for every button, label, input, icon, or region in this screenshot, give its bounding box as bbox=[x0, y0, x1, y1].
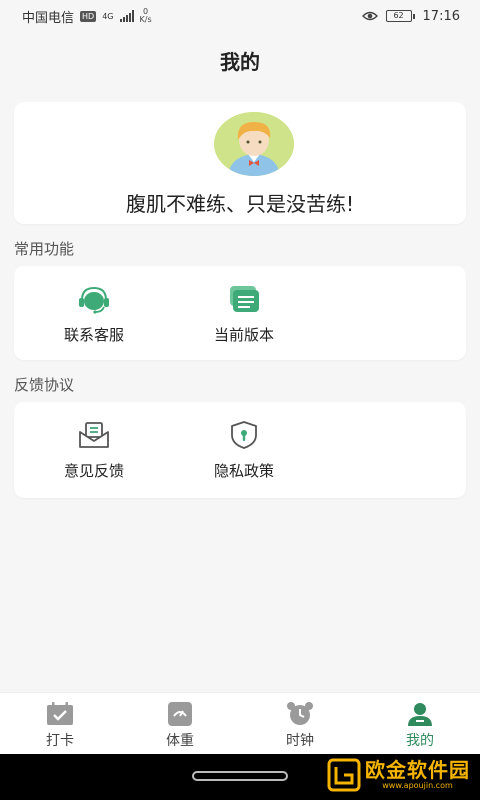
current-version-label: 当前版本 bbox=[213, 326, 274, 344]
clock-time: 17:16 bbox=[422, 8, 460, 24]
common-functions-card: 联系客服 当前版本 bbox=[14, 266, 466, 360]
watermark: 欧金软件园 www.apoujin.com bbox=[327, 758, 470, 792]
alarm-clock-icon bbox=[287, 702, 313, 725]
signal-icon bbox=[119, 10, 134, 22]
feedback-agreement-card: 意见反馈 隐私政策 bbox=[14, 402, 466, 498]
status-right: 62 17:16 bbox=[361, 8, 460, 24]
system-nav-bar: 欧金软件园 www.apoujin.com bbox=[0, 754, 480, 800]
profile-slogan: 腹肌不难练、只是没苦练! bbox=[125, 192, 355, 216]
avatar-illustration bbox=[214, 112, 294, 176]
contact-support-label: 联系客服 bbox=[63, 326, 124, 344]
feedback-label: 意见反馈 bbox=[63, 462, 124, 480]
section-label-feedback: 反馈协议 bbox=[14, 376, 75, 394]
contact-support-item[interactable]: 联系客服 bbox=[34, 284, 154, 345]
section-label-common: 常用功能 bbox=[14, 240, 75, 258]
home-gesture-bar[interactable] bbox=[192, 771, 288, 781]
tab-checkin[interactable]: 打卡 bbox=[0, 693, 120, 755]
tab-mine[interactable]: 我的 bbox=[360, 693, 480, 755]
user-icon bbox=[408, 703, 432, 726]
tab-mine-label: 我的 bbox=[406, 733, 434, 749]
privacy-policy-label: 隐私政策 bbox=[213, 462, 274, 480]
scale-icon bbox=[168, 702, 192, 726]
privacy-policy-item[interactable]: 隐私政策 bbox=[184, 420, 304, 481]
carrier-label: 中国电信 bbox=[22, 10, 75, 26]
page-title: 我的 bbox=[220, 50, 260, 74]
watermark-url: www.apoujin.com bbox=[382, 781, 453, 790]
battery-icon: 62 bbox=[385, 10, 415, 22]
profile-card: 腹肌不难练、只是没苦练! bbox=[14, 102, 466, 224]
net-speed-unit: K/s bbox=[139, 15, 152, 24]
avatar[interactable] bbox=[214, 112, 294, 176]
net-speed: 0 K/s bbox=[140, 8, 152, 24]
tab-clock[interactable]: 时钟 bbox=[240, 693, 360, 755]
watermark-title: 欧金软件园 bbox=[365, 758, 470, 782]
battery-level: 62 bbox=[385, 10, 412, 22]
version-icon bbox=[230, 286, 259, 312]
watermark-logo-icon bbox=[327, 758, 361, 792]
feedback-item[interactable]: 意见反馈 bbox=[34, 420, 154, 481]
tab-clock-label: 时钟 bbox=[286, 733, 314, 749]
status-left: 中国电信 HD 4G 0 K/s bbox=[22, 7, 152, 26]
headset-icon bbox=[79, 286, 109, 314]
watermark-text: 欧金软件园 www.apoujin.com bbox=[365, 759, 470, 791]
calendar-check-icon bbox=[47, 702, 73, 725]
tab-weight[interactable]: 体重 bbox=[120, 693, 240, 755]
tab-weight-label: 体重 bbox=[166, 733, 194, 749]
privacy-shield-icon bbox=[231, 421, 257, 449]
eye-comfort-icon bbox=[361, 11, 378, 21]
tab-checkin-label: 打卡 bbox=[46, 733, 74, 749]
network-type: 4G bbox=[102, 11, 114, 21]
hd-badge: HD bbox=[80, 10, 97, 22]
bottom-tab-bar: 打卡 体重 时钟 我的 bbox=[0, 692, 480, 755]
current-version-item[interactable]: 当前版本 bbox=[184, 284, 304, 345]
feedback-mail-icon bbox=[79, 422, 109, 448]
status-bar: 中国电信 HD 4G 0 K/s 62 17:16 bbox=[0, 0, 480, 32]
